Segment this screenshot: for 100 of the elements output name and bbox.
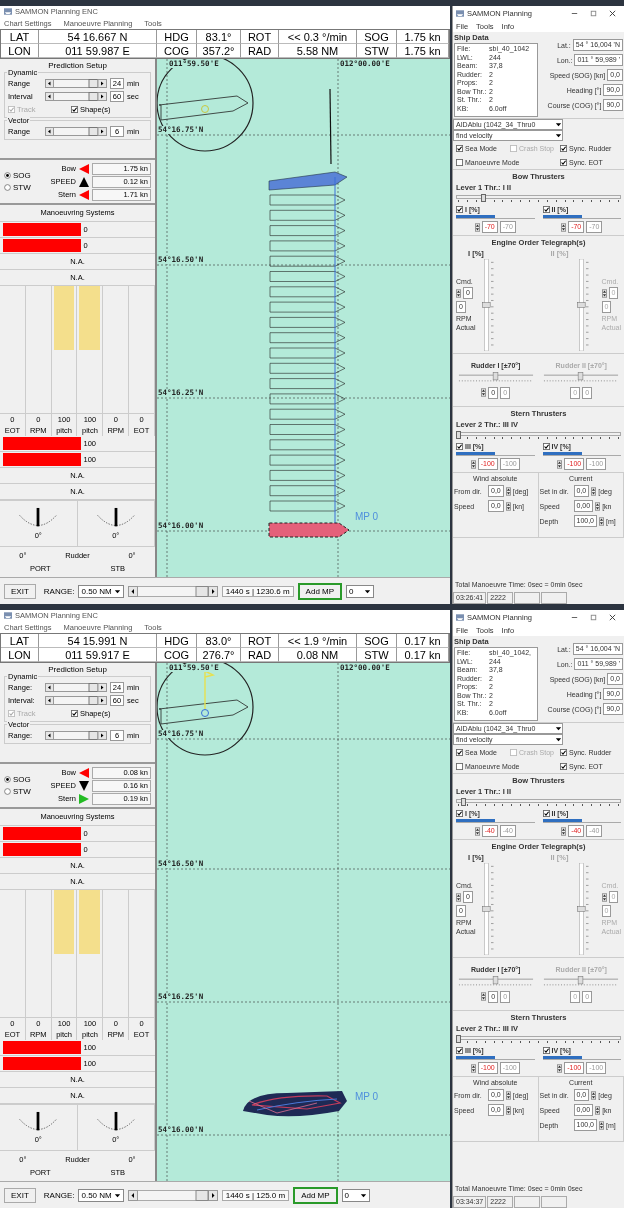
scroll-bar[interactable]	[45, 683, 107, 692]
nav-value: 276.7°	[197, 648, 241, 662]
checkbox-icon[interactable]	[456, 443, 463, 450]
checkbox-icon[interactable]	[71, 710, 78, 717]
close-icon[interactable]	[608, 8, 617, 18]
scroll-bar[interactable]	[45, 127, 107, 136]
mp-dropdown[interactable]: 0	[346, 584, 375, 598]
mark-point-label: MP 0	[355, 511, 379, 522]
nav-value: << 0.3 °/min	[279, 30, 357, 44]
nav-value: 54 15.991 N	[39, 634, 157, 648]
exit-button[interactable]: EXIT	[4, 583, 36, 599]
time-distance-readout: 1440 s | 125.0 m	[221, 1189, 290, 1201]
nav-label: LON	[1, 44, 39, 58]
spinner-arrows-icon[interactable]	[557, 1063, 563, 1073]
caret-icon	[364, 587, 372, 595]
nav-value: 011 59.917 E	[39, 648, 157, 662]
mark-point-label: MP 0	[355, 1091, 379, 1102]
checkbox-icon[interactable]	[542, 206, 550, 213]
checkbox-icon[interactable]	[71, 106, 78, 113]
nav-label: STW	[357, 44, 397, 58]
nav-label: RAD	[241, 44, 279, 58]
add-mp-button[interactable]: Add MP	[297, 582, 343, 600]
range-dropdown[interactable]: 0.50 NM	[78, 584, 124, 598]
mp-dropdown[interactable]: 0	[341, 1188, 370, 1202]
spinner-arrows-icon[interactable]	[591, 1090, 597, 1100]
nav-value: 0.17 kn	[397, 648, 449, 662]
range-label: RANGE:	[43, 586, 75, 596]
spinner-arrows-icon[interactable]	[595, 1105, 601, 1115]
nav-value: 0.08 NM	[279, 648, 357, 662]
checkbox-icon[interactable]	[560, 762, 567, 770]
rudder-slider[interactable]	[457, 371, 534, 384]
checkbox-icon[interactable]	[456, 1047, 463, 1054]
scroll-bar[interactable]	[45, 696, 107, 705]
spinner-arrows-icon[interactable]	[456, 892, 461, 902]
spinner-arrows-icon[interactable]	[505, 501, 511, 511]
nav-value: 83.1°	[197, 30, 241, 44]
status-cell	[514, 1196, 541, 1208]
range-dropdown[interactable]: 0.50 NM	[78, 1188, 124, 1202]
checkbox-icon[interactable]	[456, 810, 463, 817]
radio-button[interactable]: SOG	[4, 171, 42, 180]
checkbox-icon[interactable]	[456, 748, 463, 756]
app-icon	[456, 613, 464, 621]
maximize-icon[interactable]	[589, 8, 598, 18]
caret-icon	[113, 587, 121, 595]
rudder-slider[interactable]	[457, 975, 534, 988]
spinner-arrows-icon[interactable]	[456, 288, 461, 298]
nav-value: 1.75 kn	[397, 44, 449, 58]
spinner-arrows-icon[interactable]	[595, 501, 601, 511]
status-cell	[541, 1196, 568, 1208]
spinner-arrows-icon[interactable]	[474, 826, 480, 836]
nav-value: 83.0°	[197, 634, 241, 648]
panel-title: Prediction Setup	[47, 61, 108, 70]
close-icon[interactable]	[608, 612, 617, 622]
lever-slider[interactable]	[456, 1035, 621, 1045]
checkbox-icon[interactable]	[456, 762, 463, 770]
lever-slider[interactable]	[456, 431, 621, 441]
radio-button[interactable]: SOG	[4, 775, 42, 784]
add-mp-button[interactable]: Add MP	[293, 1186, 338, 1204]
scroll-bar[interactable]	[127, 585, 218, 597]
spinner-arrows-icon[interactable]	[561, 826, 567, 836]
radio-button[interactable]: STW	[4, 787, 42, 796]
checkbox-icon[interactable]	[560, 158, 567, 166]
nav-label: STW	[357, 648, 397, 662]
checkbox-icon[interactable]	[560, 748, 567, 756]
spinner-arrows-icon[interactable]	[557, 459, 563, 469]
radio-button[interactable]: STW	[4, 183, 42, 192]
nav-label: LAT	[1, 30, 39, 44]
checkbox-icon[interactable]	[542, 443, 550, 450]
checkbox-icon[interactable]	[560, 144, 567, 152]
spinner-arrows-icon[interactable]	[474, 222, 480, 232]
checkbox-icon[interactable]	[542, 1047, 550, 1054]
scroll-bar[interactable]	[45, 731, 107, 740]
spinner-arrows-icon[interactable]	[591, 486, 597, 496]
spinner-arrows-icon[interactable]	[481, 992, 487, 1001]
scroll-bar[interactable]	[127, 1189, 218, 1201]
scroll-bar[interactable]	[45, 92, 107, 101]
spinner-arrows-icon[interactable]	[505, 1090, 511, 1100]
nav-label: HDG	[157, 30, 197, 44]
nav-value: 1.75 kn	[397, 30, 449, 44]
exit-button[interactable]: EXIT	[4, 1187, 36, 1203]
panel-title: Prediction Setup	[47, 665, 108, 674]
scroll-bar[interactable]	[45, 79, 107, 88]
spinner-arrows-icon[interactable]	[505, 486, 511, 496]
checkbox-icon[interactable]	[456, 144, 463, 152]
spinner-arrows-icon[interactable]	[470, 1063, 476, 1073]
nav-value: 0.17 kn	[397, 634, 449, 648]
spinner-arrows-icon[interactable]	[481, 388, 487, 397]
spinner-arrows-icon[interactable]	[599, 516, 605, 526]
status-cell	[541, 592, 568, 604]
checkbox-icon[interactable]	[542, 810, 550, 817]
spinner-arrows-icon[interactable]	[505, 1105, 511, 1115]
checkbox-icon[interactable]	[456, 158, 463, 166]
checkbox-icon[interactable]	[456, 206, 463, 213]
lever-slider[interactable]	[456, 798, 621, 808]
spinner-arrows-icon[interactable]	[599, 1120, 605, 1130]
maximize-icon[interactable]	[589, 612, 598, 622]
lever-slider[interactable]	[456, 194, 621, 204]
nav-label: COG	[157, 44, 197, 58]
spinner-arrows-icon[interactable]	[561, 222, 567, 232]
spinner-arrows-icon[interactable]	[470, 459, 476, 469]
